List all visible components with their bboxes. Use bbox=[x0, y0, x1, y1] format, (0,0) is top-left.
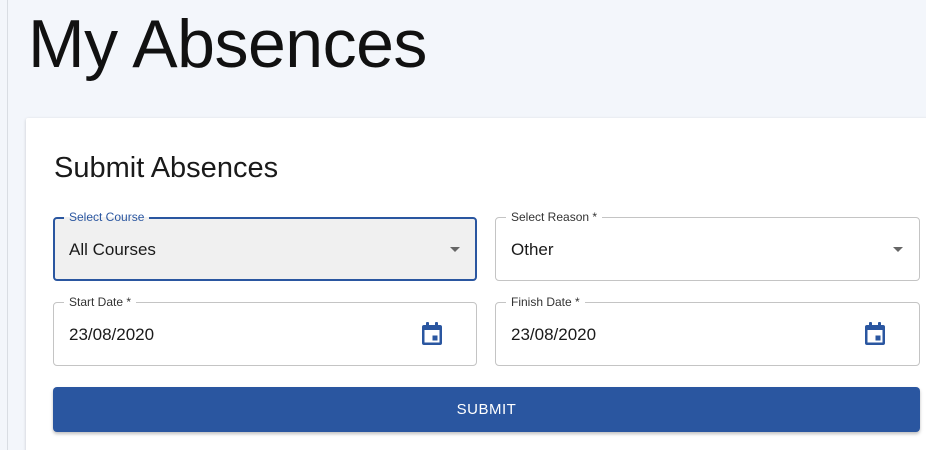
select-course-dropdown[interactable]: Select Course All Courses bbox=[53, 209, 477, 281]
select-reason-value: Other bbox=[511, 240, 554, 259]
submit-absences-card: Submit Absences Select Course All Course… bbox=[26, 118, 926, 450]
finish-date-field[interactable]: Finish Date * 23/08/2020 bbox=[495, 294, 920, 366]
finish-date-label: Finish Date * bbox=[506, 294, 585, 310]
divider bbox=[7, 0, 8, 450]
calendar-icon[interactable] bbox=[421, 322, 443, 346]
start-date-label: Start Date * bbox=[64, 294, 137, 310]
select-reason-dropdown[interactable]: Select Reason * Other bbox=[495, 209, 920, 281]
select-course-value: All Courses bbox=[69, 240, 156, 259]
chevron-down-icon[interactable] bbox=[893, 247, 903, 252]
start-date-value: 23/08/2020 bbox=[69, 325, 155, 344]
select-reason-label: Select Reason * bbox=[506, 209, 603, 225]
select-course-label: Select Course bbox=[64, 209, 150, 225]
start-date-field[interactable]: Start Date * 23/08/2020 bbox=[53, 294, 477, 366]
submit-button[interactable]: SUBMIT bbox=[53, 387, 920, 432]
calendar-icon[interactable] bbox=[864, 322, 886, 346]
finish-date-value: 23/08/2020 bbox=[511, 325, 597, 344]
chevron-down-icon[interactable] bbox=[450, 247, 460, 252]
page-title: My Absences bbox=[28, 6, 427, 82]
card-title: Submit Absences bbox=[54, 152, 279, 184]
page: My Absences Submit Absences Select Cours… bbox=[0, 0, 926, 450]
